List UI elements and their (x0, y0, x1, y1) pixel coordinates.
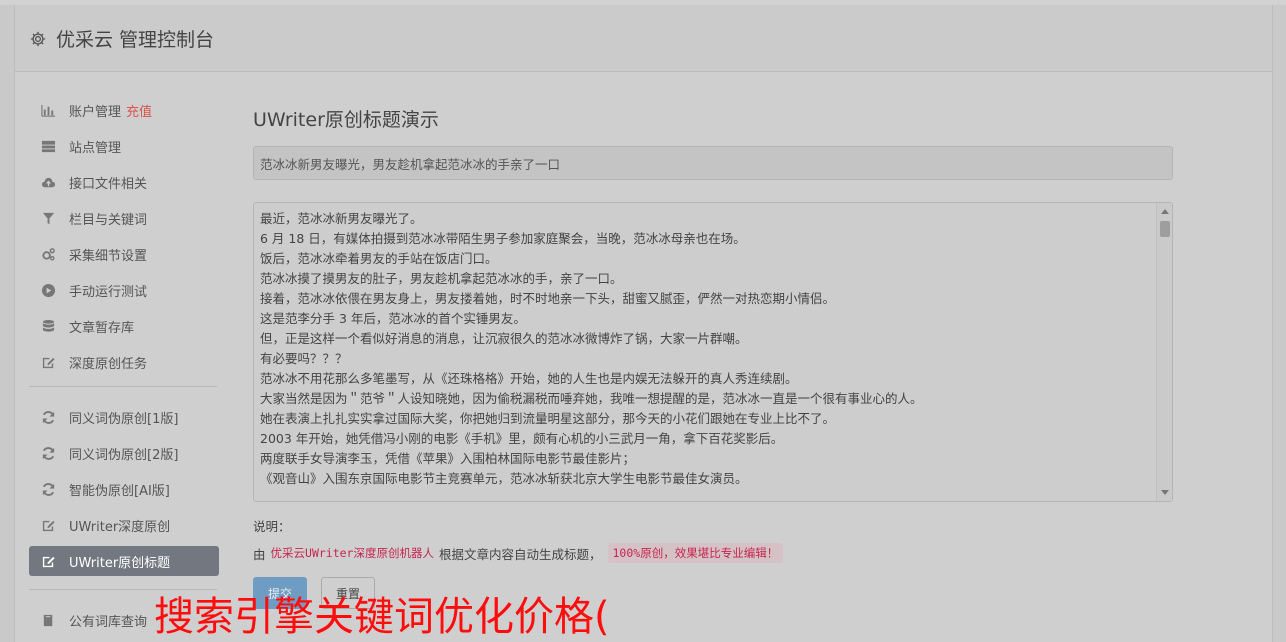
note-label: 说明： (253, 519, 291, 534)
content-line: 接着，范冰冰依偎在男友身上，男友搂着她，时不时地亲一下头，甜蜜又腻歪，俨然一对热… (260, 291, 836, 306)
recharge-link[interactable]: 充值 (126, 101, 152, 120)
scroll-thumb[interactable] (1160, 221, 1170, 237)
scroll-up-arrow-icon[interactable] (1161, 209, 1169, 214)
sidebar-item-account[interactable]: 账户管理 充值 (29, 95, 219, 125)
original-badge: 100%原创，效果堪比专业编辑！ (607, 543, 784, 563)
sidebar-item-label: 公有词库查询 (69, 614, 148, 630)
sidebar-item-ai-rewrite[interactable]: 智能伪原创[AI版] (29, 474, 219, 504)
sidebar-item-label: 深度原创任务 (69, 356, 148, 372)
article-content-textarea[interactable]: 最近，范冰冰新男友曝光了。 6 月 18 日，有媒体拍摄到范冰冰带陌生男子参加家庭… (253, 202, 1173, 502)
sidebar-item-synonym-v1[interactable]: 同义词伪原创[1版] (29, 402, 219, 432)
content-line: 最近，范冰冰新男友曝光了。 (260, 211, 423, 226)
sidebar-item-collect-settings[interactable]: 采集细节设置 (29, 239, 219, 269)
sidebar-item-label: 同义词伪原创[2版] (69, 447, 179, 463)
content-line: 2003 年开始，她凭借冯小刚的电影《手机》里，颇有心机的小三武月一角，拿下百花… (260, 431, 784, 446)
content-line: 饭后，范冰冰牵着男友的手站在饭店门口。 (260, 251, 498, 266)
refresh-icon (39, 444, 57, 462)
sidebar-item-synonym-v2[interactable]: 同义词伪原创[2版] (29, 438, 219, 468)
bar-chart-icon (39, 101, 57, 119)
sidebar-item-uwriter-title[interactable]: UWriter原创标题 (29, 546, 219, 576)
title-input[interactable] (253, 146, 1173, 180)
play-circle-icon (39, 281, 57, 299)
sidebar-item-uwriter-deep[interactable]: UWriter深度原创 (29, 510, 219, 540)
edit-icon (39, 353, 57, 371)
sidebar-item-label: 接口文件相关 (69, 176, 148, 192)
note-line: 由 优采云UWriter深度原创机器人 根据文章内容自动生成标题， 100%原创… (253, 543, 1173, 563)
note-mid: 根据文章内容自动生成标题， (438, 546, 602, 562)
content-line: 6 月 18 日，有媒体拍摄到范冰冰带陌生男子参加家庭聚会，当晚，范冰冰母亲也在… (260, 231, 746, 246)
gears-icon (39, 245, 57, 263)
server-icon (39, 137, 57, 155)
sidebar-item-interface-files[interactable]: 接口文件相关 (29, 167, 219, 197)
sidebar-item-label: 智能伪原创[AI版] (69, 483, 170, 499)
scroll-down-arrow-icon[interactable] (1161, 490, 1169, 495)
sidebar: 账户管理 充值 站点管理 接口文件相关 栏目与关键词 采集细节设置 手动运行测试… (29, 95, 219, 641)
edit-icon (39, 552, 57, 570)
content-line: 有必要吗？？？ (260, 351, 348, 366)
content-line: 她在表演上扎扎实实拿过国际大奖，你把她归到流量明星这部分，那今天的小花们跟她在专… (260, 411, 836, 426)
cloud-upload-icon (39, 173, 57, 191)
uwriter-robot-link[interactable]: 优采云UWriter深度原创机器人 (271, 545, 434, 561)
content-line: 范冰冰摸了摸男友的肚子，男友趁机拿起范冰冰的手，亲了一口。 (260, 271, 623, 286)
sidebar-item-label: UWriter原创标题 (69, 555, 171, 571)
sidebar-item-label: UWriter深度原创 (69, 519, 171, 535)
article-content-lines: 最近，范冰冰新男友曝光了。 6 月 18 日，有媒体拍摄到范冰冰带陌生男子参加家庭… (260, 209, 1154, 489)
sidebar-item-label: 站点管理 (69, 140, 122, 156)
refresh-icon (39, 408, 57, 426)
sidebar-item-deep-original-tasks[interactable]: 深度原创任务 (29, 347, 219, 377)
sidebar-item-columns-keywords[interactable]: 栏目与关键词 (29, 203, 219, 233)
content-line: 大家当然是因为＂范爷＂人设知晓她，因为偷税漏税而唾弃她，我唯一想提醒的是，范冰冰… (260, 391, 923, 406)
sidebar-item-manual-run[interactable]: 手动运行测试 (29, 275, 219, 305)
sidebar-item-label: 文章暂存库 (69, 320, 135, 336)
content-line: 但，正是这样一个看似好消息的消息，让沉寂很久的范冰冰微博炸了锅，大家一片群嘲。 (260, 331, 748, 346)
sidebar-divider (29, 386, 217, 387)
app-title: 优采云 管理控制台 (56, 29, 215, 51)
overlay-watermark-text: 搜索引擎关键词优化价格( (154, 594, 610, 640)
gear-icon (30, 31, 46, 46)
content-line: 两度联手女导演李玉，凭借《苹果》入围柏林国际电影节最佳影片； (260, 451, 636, 466)
main-panel: UWriter原创标题演示 最近，范冰冰新男友曝光了。 6 月 18 日，有媒体拍… (253, 105, 1173, 563)
textarea-scrollbar[interactable] (1156, 203, 1172, 501)
sidebar-item-label: 栏目与关键词 (69, 212, 148, 228)
content-line: 这是范李分手 3 年后，范冰冰的首个实锤男友。 (260, 311, 526, 326)
sidebar-item-label: 同义词伪原创[1版] (69, 411, 179, 427)
content-line: 范冰冰不用花那么多笔墨写，从《还珠格格》开始，她的人生也是内娱无法躲开的真人秀连… (260, 371, 798, 386)
filter-icon (39, 209, 57, 227)
refresh-icon (39, 480, 57, 498)
sidebar-item-sites[interactable]: 站点管理 (29, 131, 219, 161)
page-title: UWriter原创标题演示 (253, 109, 439, 131)
database-icon (39, 317, 57, 335)
brand[interactable]: 优采云 管理控制台 (29, 25, 214, 52)
console-frame: 优采云 管理控制台 账户管理 充值 站点管理 接口文件相关 栏目与关键词 采集细… (14, 5, 1273, 642)
header: 优采云 管理控制台 (15, 5, 1272, 72)
sidebar-item-label: 手动运行测试 (69, 284, 148, 300)
sidebar-item-article-storage[interactable]: 文章暂存库 (29, 311, 219, 341)
sidebar-item-label: 账户管理 (69, 104, 122, 120)
sidebar-item-label: 采集细节设置 (69, 248, 148, 264)
book-icon (39, 611, 57, 629)
content-line: 《观音山》入围东京国际电影节主竞赛单元，范冰冰斩获北京大学生电影节最佳女演员。 (260, 471, 748, 486)
note-prefix: 由 (253, 546, 266, 562)
edit-icon (39, 516, 57, 534)
